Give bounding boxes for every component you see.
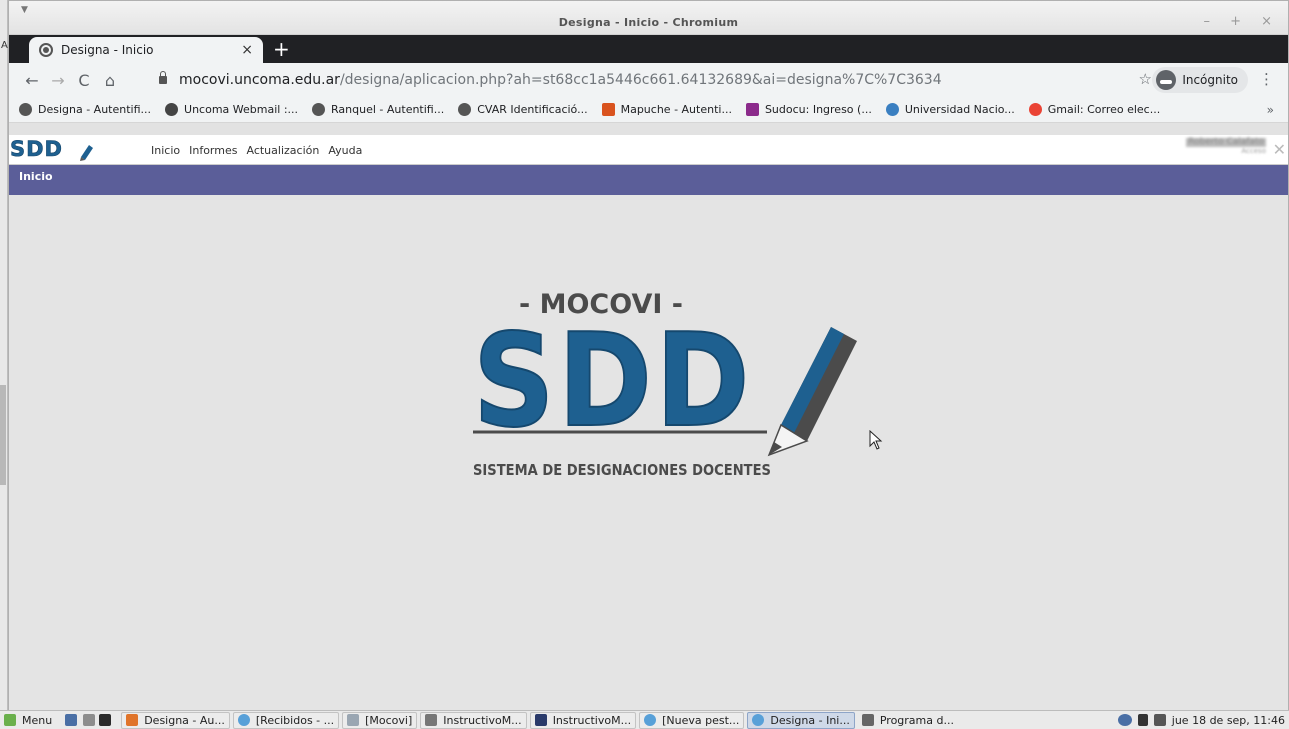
bookmark-item[interactable]: Ranquel - Autentifi... — [312, 103, 444, 116]
bookmark-item[interactable]: CVAR Identificació... — [458, 103, 588, 116]
shield-icon[interactable] — [1117, 714, 1132, 726]
nav-informes[interactable]: Informes — [189, 144, 237, 157]
chromium-icon — [644, 714, 657, 726]
incognito-label: Incógnito — [1182, 73, 1238, 87]
bookmark-item[interactable]: Universidad Nacio... — [885, 103, 1015, 116]
app-nav: Inicio Informes Actualización Ayuda — [151, 144, 371, 157]
taskbar-item[interactable]: InstructivoM... — [420, 711, 527, 729]
user-name: Roberto Calafato — [1186, 137, 1266, 147]
bookmark-favicon-icon — [19, 103, 32, 116]
browser-window: ▼ Designa - Inicio - Chromium – + × Desi… — [8, 0, 1289, 710]
window-controls[interactable]: – + × — [1203, 14, 1280, 29]
app-header: SDD Inicio Informes Actualización Ayuda … — [9, 135, 1288, 165]
nav-inicio[interactable]: Inicio — [151, 144, 180, 157]
bookmark-star-icon[interactable]: ☆ — [1139, 70, 1152, 88]
bookmark-item[interactable]: Sudocu: Ingreso (... — [745, 103, 872, 116]
bookmarks-bar: Designa - Autentifi... Uncoma Webmail :.… — [9, 97, 1288, 123]
browser-menu-button[interactable]: ⋮ — [1259, 70, 1274, 88]
url-path: /designa/aplicacion.php?ah=st68cc1a5446c… — [339, 72, 942, 88]
new-tab-button[interactable]: + — [273, 37, 290, 61]
mouse-cursor-icon — [869, 430, 883, 450]
brush-icon[interactable] — [1137, 714, 1148, 726]
chromium-icon — [237, 714, 250, 726]
bookmark-favicon-icon — [1028, 103, 1042, 116]
web-page: SDD Inicio Informes Actualización Ayuda … — [9, 135, 1288, 710]
taskbar-item[interactable]: [Mocovi] — [342, 711, 418, 729]
chromium-icon — [752, 714, 765, 726]
address-bar[interactable]: mocovi.uncoma.edu.ar /designa/aplicacion… — [159, 68, 1108, 92]
bookmark-favicon-icon — [165, 103, 179, 116]
nav-actualizacion[interactable]: Actualización — [246, 144, 319, 157]
bookmarks-overflow-button[interactable]: » — [1267, 103, 1274, 117]
incognito-badge[interactable]: Incógnito — [1152, 67, 1248, 93]
bookmark-item[interactable]: Mapuche - Autenti... — [601, 103, 732, 116]
taskbar-item[interactable]: [Nueva pest... — [639, 711, 745, 729]
resize-handle[interactable] — [0, 385, 6, 485]
sdd-small-logo-text: SDD — [10, 137, 63, 161]
writer-icon — [534, 714, 547, 726]
taskbar-item[interactable]: InstructivoM... — [529, 711, 637, 729]
mocovi-sdd-hero-logo: - MOCOVI - SDD SISTEMA DE DESIGNACIONES … — [472, 289, 857, 479]
window-menu-icon[interactable]: ▼ — [21, 5, 28, 15]
browser-toolbar: ← → C ⌂ mocovi.uncoma.edu.ar /designa/ap… — [9, 63, 1288, 97]
hero-logo-text: SDD — [473, 307, 753, 456]
show-desktop-icon[interactable] — [65, 714, 78, 726]
logout-close-icon[interactable]: ✕ — [1273, 140, 1286, 159]
desktop: A ▼ Designa - Inicio - Chromium – + × De… — [0, 0, 1289, 729]
tab-close-button[interactable]: × — [241, 42, 253, 58]
pencil-icon — [81, 145, 93, 160]
globe-icon — [39, 43, 53, 57]
app-icon — [861, 714, 874, 726]
bookmark-favicon-icon — [458, 103, 472, 116]
bookmark-favicon-icon — [745, 103, 759, 116]
firefox-icon — [126, 714, 139, 726]
background-window-letter: A — [1, 40, 8, 51]
tab-strip: Designa - Inicio × + — [9, 35, 1288, 63]
bookmark-favicon-icon — [312, 103, 326, 116]
bookmark-favicon-icon — [885, 103, 899, 116]
taskbar-item[interactable]: Programa d... — [858, 712, 958, 729]
document-icon — [425, 714, 438, 726]
incognito-icon — [1156, 70, 1177, 90]
window-title: Designa - Inicio - Chromium — [558, 16, 739, 29]
sdd-small-logo[interactable]: SDD — [9, 137, 117, 161]
url-host: mocovi.uncoma.edu.ar — [179, 72, 340, 88]
terminal-icon[interactable] — [99, 714, 112, 726]
taskbar-item[interactable]: Designa - Au... — [121, 711, 230, 729]
bookmark-item[interactable]: Gmail: Correo elec... — [1028, 103, 1160, 116]
start-menu-button[interactable]: Menu — [0, 712, 56, 729]
bookmark-favicon-icon — [601, 103, 615, 116]
home-button[interactable]: ⌂ — [97, 71, 123, 90]
user-role: Acceso — [1241, 147, 1266, 155]
tab-label: Designa - Inicio — [61, 43, 154, 57]
taskbar-item[interactable]: [Recibidos - ... — [232, 711, 340, 729]
bookmark-item[interactable]: Uncoma Webmail :... — [165, 103, 298, 116]
reload-button[interactable]: C — [71, 71, 97, 90]
user-info: Roberto Calafato Acceso — [1186, 138, 1266, 155]
background-window-edge: A — [0, 0, 8, 710]
section-title: Inicio — [19, 170, 53, 183]
taskbar-item-active[interactable]: Designa - Ini... — [747, 711, 855, 729]
section-band: Inicio — [9, 165, 1288, 195]
system-tray: jue 18 de sep, 11:46 — [1117, 714, 1289, 727]
files-icon[interactable] — [83, 714, 96, 726]
menu-icon — [4, 714, 16, 726]
bookmark-item[interactable]: Designa - Autentifi... — [19, 103, 151, 116]
taskbar: Menu Designa - Au... [Recibidos - ... [M… — [0, 710, 1289, 729]
hero-subtitle: SISTEMA DE DESIGNACIONES DOCENTES — [473, 461, 771, 479]
nav-ayuda[interactable]: Ayuda — [328, 144, 362, 157]
lock-icon[interactable] — [159, 71, 167, 84]
start-menu-label: Menu — [22, 713, 53, 727]
tab-designa-inicio[interactable]: Designa - Inicio × — [29, 37, 263, 63]
forward-button[interactable]: → — [45, 71, 71, 90]
window-titlebar[interactable]: ▼ Designa - Inicio - Chromium – + × — [9, 1, 1288, 35]
volume-icon[interactable] — [1153, 714, 1166, 726]
back-button[interactable]: ← — [19, 71, 45, 90]
clock[interactable]: jue 18 de sep, 11:46 — [1172, 714, 1285, 727]
folder-icon — [347, 714, 360, 726]
hero-pencil-icon — [767, 327, 857, 457]
